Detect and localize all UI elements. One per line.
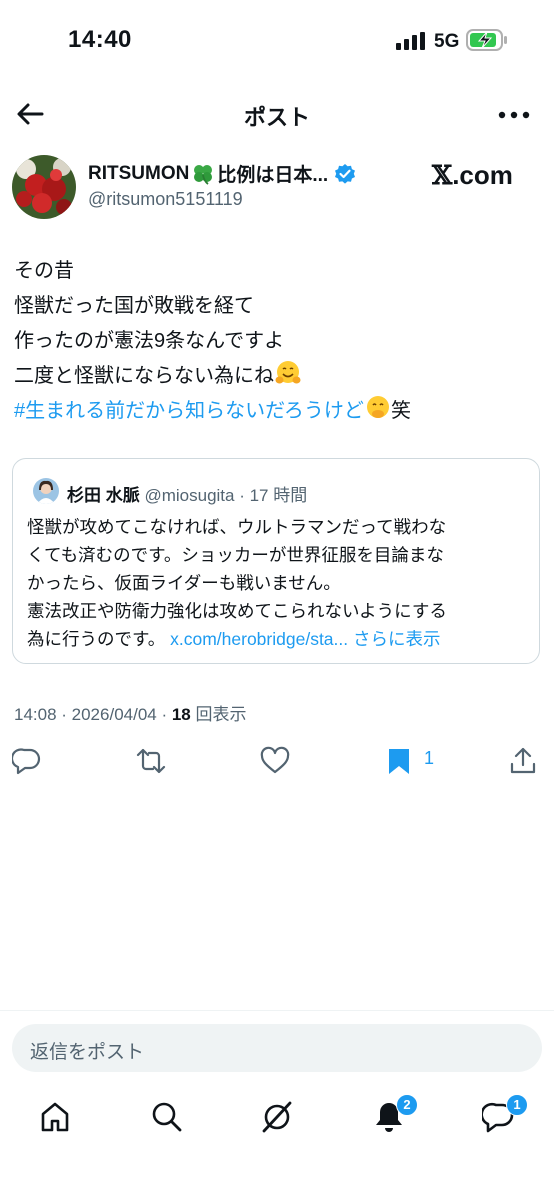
quote-link[interactable]: x.com/herobridge/sta... [170,629,348,649]
more-options-icon[interactable] [496,100,532,130]
reply-icon[interactable] [12,746,42,776]
display-name[interactable]: RITSUMON 比例は日本... [88,160,356,187]
source-badge-domain: .com [452,160,513,190]
post-line: 怪獣だった国が敗戦を経て [14,295,254,317]
post-line-with-emoji: 二度と怪獣にならない為にね [14,359,411,394]
grok-tab-icon[interactable] [260,1100,294,1134]
post-text: その昔 怪獣だった国が敗戦を経て 作ったのが憲法9条なんですよ 二度と怪獣になら… [14,254,411,429]
quote-header: 杉田 水脈 @miosugita · 17 時間 [67,481,307,506]
quote-line: 憲法改正や防衛力強化は攻めてこられないようにする [27,601,447,621]
avatar-image [12,155,76,219]
post-line: 二度と怪獣にならない為にね [14,365,274,387]
messages-badge: 1 [506,1094,528,1116]
hashtag-link[interactable]: #生まれる前だから知らないだろうけど [14,400,364,422]
post-timestamp: 14:08 · 2026/04/04 · [14,705,172,724]
source-badge: 𝕏.com [432,160,524,191]
page-title: ポスト [243,105,310,130]
post-line: その昔 [14,260,74,282]
quote-avatar-image [33,478,59,504]
post-line-hashtag: #生まれる前だから知らないだろうけど 笑 [14,394,411,429]
views-label: 回表示 [190,705,247,724]
divider [0,1010,554,1011]
bookmark-count: 1 [424,748,435,768]
quote-avatar [33,478,59,504]
quote-line: くても済むのです。ショッカーが世界征服を目論まな [27,545,444,565]
share-icon[interactable] [508,746,538,776]
bookmark-icon[interactable] [384,746,414,776]
post-suffix: 笑 [390,400,411,422]
quote-line: 怪獣が攻めてこなければ、ウルトラマンだって戦わな [27,517,447,537]
author-handle[interactable]: @ritsumon5151119 [88,189,243,210]
post-line: 作ったのが憲法9条なんですよ [14,330,285,352]
search-tab-icon[interactable] [150,1100,184,1134]
view-count: 18 [171,705,191,724]
show-more-link[interactable]: さらに表示 [353,629,441,649]
notifications-badge: 2 [396,1094,418,1116]
verified-badge-icon [335,163,356,184]
display-name-suffix: 比例は日本... [217,165,329,186]
quote-author-handle: @miosugita [144,486,235,505]
battery-charging-icon [466,29,507,51]
network-type: 5G [434,31,460,52]
signal-icon [396,32,425,50]
four-leaf-clover-icon [194,164,213,185]
reply-placeholder: 返信をポスト [30,1042,145,1063]
avatar[interactable] [12,155,76,219]
quote-text: 怪獣が攻めてこなければ、ウルトラマンだって戦わな くても済むのです。ショッカーが… [27,513,537,653]
quote-timestamp: · 17 時間 [239,486,308,505]
like-icon[interactable] [260,746,290,776]
quoted-post[interactable]: 杉田 水脈 @miosugita · 17 時間 怪獣が攻めてこなければ、ウルト… [12,458,540,664]
quote-line: 為に行うのです。 [27,629,166,649]
hand-over-mouth-emoji-icon [366,396,389,418]
status-time: 14:40 [68,26,132,53]
repost-icon[interactable] [136,746,166,776]
quote-line: かったら、仮面ライダーも戦いません。 [27,573,341,593]
quote-author-name: 杉田 水脈 [67,486,140,505]
x-logo: 𝕏 [432,161,453,191]
hugging-face-emoji-icon [275,361,301,384]
display-name-prefix: RITSUMON [88,162,190,184]
quote-last-line: 為に行うのです。 x.com/herobridge/sta... さらに表示 [27,625,537,653]
home-tab-icon[interactable] [38,1100,72,1134]
post-meta: 14:08 · 2026/04/04 · 18 回表示 [14,700,247,725]
